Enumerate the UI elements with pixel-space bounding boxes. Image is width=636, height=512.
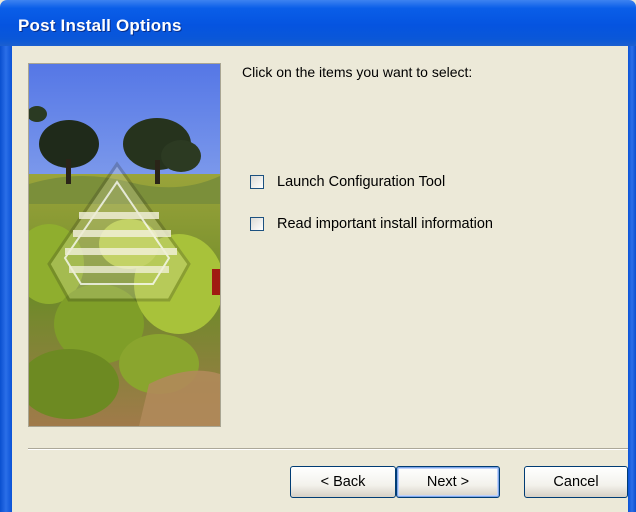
- read-install-information-option[interactable]: Read important install information: [250, 216, 493, 232]
- next-button[interactable]: Next >: [396, 466, 500, 498]
- post-install-options-dialog: Post Install Options Click on the items …: [0, 0, 636, 512]
- back-button[interactable]: < Back: [290, 466, 396, 498]
- window-frame-left: [0, 46, 12, 512]
- launch-configuration-tool-option[interactable]: Launch Configuration Tool: [250, 174, 445, 190]
- read-install-information-checkbox[interactable]: [250, 217, 264, 231]
- read-install-information-label: Read important install information: [277, 216, 493, 232]
- launch-configuration-tool-label: Launch Configuration Tool: [277, 174, 446, 190]
- window-frame-right: [628, 46, 636, 512]
- launch-configuration-tool-checkbox[interactable]: [250, 175, 264, 189]
- instructions-text: Click on the items you want to select:: [242, 64, 473, 80]
- button-separator: [28, 448, 628, 450]
- title-bar: Post Install Options: [0, 0, 636, 46]
- vineyard-logo-image: [28, 63, 221, 427]
- window-title: Post Install Options: [18, 16, 182, 35]
- cancel-button[interactable]: Cancel: [524, 466, 628, 498]
